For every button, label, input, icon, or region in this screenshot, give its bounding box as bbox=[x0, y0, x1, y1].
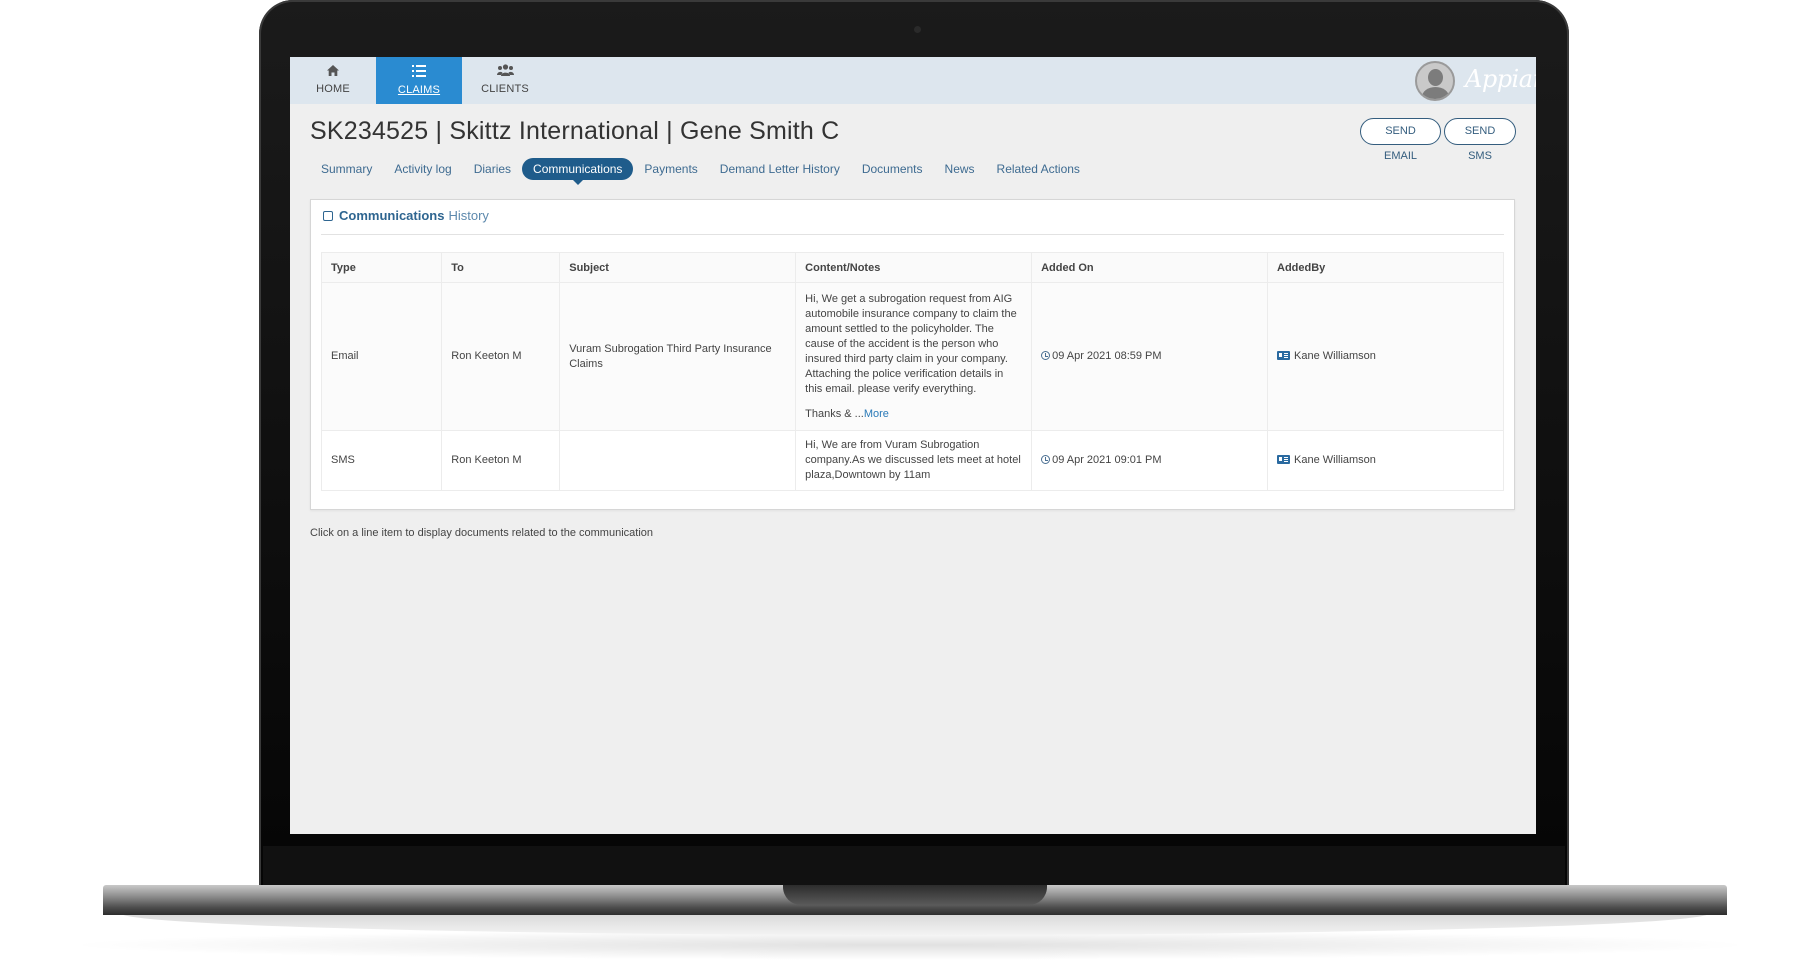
laptop-bezel-bottom bbox=[263, 846, 1565, 888]
content-text: Hi, We get a subrogation request from AI… bbox=[805, 292, 1017, 395]
send-email-button[interactable]: SEND EMAIL bbox=[1360, 118, 1441, 162]
camera-icon bbox=[914, 26, 921, 33]
product-mockup: HOME CLAIMS CLIENTS Appian SK234525 | Sk… bbox=[0, 0, 1818, 963]
tab-demand-letter-history[interactable]: Demand Letter History bbox=[709, 158, 851, 180]
users-icon bbox=[462, 64, 548, 80]
tab-communications[interactable]: Communications bbox=[522, 158, 634, 185]
cell-added-by: Kane Williamson bbox=[1267, 282, 1504, 431]
nav-clients[interactable]: CLIENTS bbox=[462, 57, 548, 104]
tab-summary[interactable]: Summary bbox=[310, 158, 383, 180]
footnote-hint: Click on a line item to display document… bbox=[310, 527, 654, 539]
list-icon bbox=[376, 64, 462, 81]
table-row[interactable]: SMS Ron Keeton M Hi, We are from Vuram S… bbox=[320, 430, 1504, 491]
top-navigation-bar: HOME CLAIMS CLIENTS Appian bbox=[290, 57, 1536, 104]
content-tail: Thanks & ...More bbox=[805, 407, 1022, 422]
id-card-icon bbox=[1277, 351, 1290, 360]
cell-type: SMS bbox=[320, 430, 443, 491]
clock-icon bbox=[1041, 455, 1051, 464]
cell-to: Ron Keeton M bbox=[441, 282, 561, 431]
home-icon bbox=[290, 64, 376, 80]
added-on-text: 09 Apr 2021 09:01 PM bbox=[1052, 454, 1162, 466]
communications-table: Type To Subject Content/Notes Added On A… bbox=[320, 252, 1504, 491]
more-link[interactable]: More bbox=[864, 408, 889, 420]
send-sms-button[interactable]: SEND SMS bbox=[1444, 118, 1516, 162]
column-header-added-by[interactable]: AddedBy bbox=[1267, 252, 1504, 283]
column-header-to[interactable]: To bbox=[441, 252, 561, 283]
added-by-text[interactable]: Kane Williamson bbox=[1294, 454, 1376, 466]
avatar-head bbox=[1428, 69, 1443, 86]
tab-diaries[interactable]: Diaries bbox=[463, 158, 522, 180]
cell-content: Hi, We are from Vuram Subrogation compan… bbox=[795, 430, 1033, 491]
card-divider bbox=[321, 234, 1504, 235]
tab-documents[interactable]: Documents bbox=[851, 158, 934, 180]
cell-subject: Vuram Subrogation Third Party Insurance … bbox=[559, 282, 797, 431]
avatar-shoulders bbox=[1422, 87, 1449, 99]
page-title: SK234525 | Skittz International | Gene S… bbox=[310, 117, 840, 145]
cell-added-on: 09 Apr 2021 09:01 PM bbox=[1031, 430, 1268, 491]
laptop-notch bbox=[783, 885, 1047, 905]
tab-activity-log[interactable]: Activity log bbox=[383, 158, 462, 180]
content-tail-text: Thanks & ... bbox=[805, 407, 864, 420]
cell-content: Hi, We get a subrogation request from AI… bbox=[795, 282, 1033, 431]
communications-history-card: Communications History Type To Subject C… bbox=[310, 199, 1515, 510]
cell-to: Ron Keeton M bbox=[441, 430, 561, 491]
app-screen: HOME CLAIMS CLIENTS Appian SK234525 | Sk… bbox=[290, 57, 1536, 834]
card-title-bold: Communications bbox=[339, 208, 445, 223]
claim-tabs: Summary Activity log Diaries Communicati… bbox=[310, 157, 1091, 185]
nav-claims-label: CLAIMS bbox=[397, 84, 441, 96]
table-header-row: Type To Subject Content/Notes Added On A… bbox=[320, 252, 1504, 283]
added-on-text: 09 Apr 2021 08:59 PM bbox=[1052, 350, 1162, 362]
card-title: Communications History bbox=[323, 208, 489, 223]
cell-type: Email bbox=[320, 282, 443, 431]
added-by-text[interactable]: Kane Williamson bbox=[1294, 350, 1376, 362]
id-card-icon bbox=[1277, 455, 1290, 464]
column-header-subject[interactable]: Subject bbox=[559, 252, 797, 283]
card-title-light: History bbox=[448, 208, 489, 223]
cell-subject bbox=[559, 430, 797, 491]
column-header-added-on[interactable]: Added On bbox=[1031, 252, 1268, 283]
cell-added-by: Kane Williamson bbox=[1267, 430, 1504, 491]
user-avatar[interactable] bbox=[1415, 61, 1455, 101]
content-text: Hi, We are from Vuram Subrogation compan… bbox=[805, 439, 1021, 481]
tab-news[interactable]: News bbox=[934, 158, 986, 180]
appian-logo: Appian bbox=[1465, 65, 1536, 93]
clock-icon bbox=[1041, 351, 1051, 360]
collapse-box-icon[interactable] bbox=[323, 210, 333, 221]
column-header-type[interactable]: Type bbox=[320, 252, 443, 283]
table-row[interactable]: Email Ron Keeton M Vuram Subrogation Thi… bbox=[320, 282, 1504, 431]
column-header-content[interactable]: Content/Notes bbox=[795, 252, 1033, 283]
cell-added-on: 09 Apr 2021 08:59 PM bbox=[1031, 282, 1268, 431]
nav-home-label: HOME bbox=[316, 83, 350, 95]
nav-home[interactable]: HOME bbox=[290, 57, 376, 104]
nav-claims[interactable]: CLAIMS bbox=[376, 57, 462, 104]
tab-related-actions[interactable]: Related Actions bbox=[986, 158, 1091, 180]
tab-payments[interactable]: Payments bbox=[633, 158, 708, 180]
nav-clients-label: CLIENTS bbox=[481, 83, 529, 95]
